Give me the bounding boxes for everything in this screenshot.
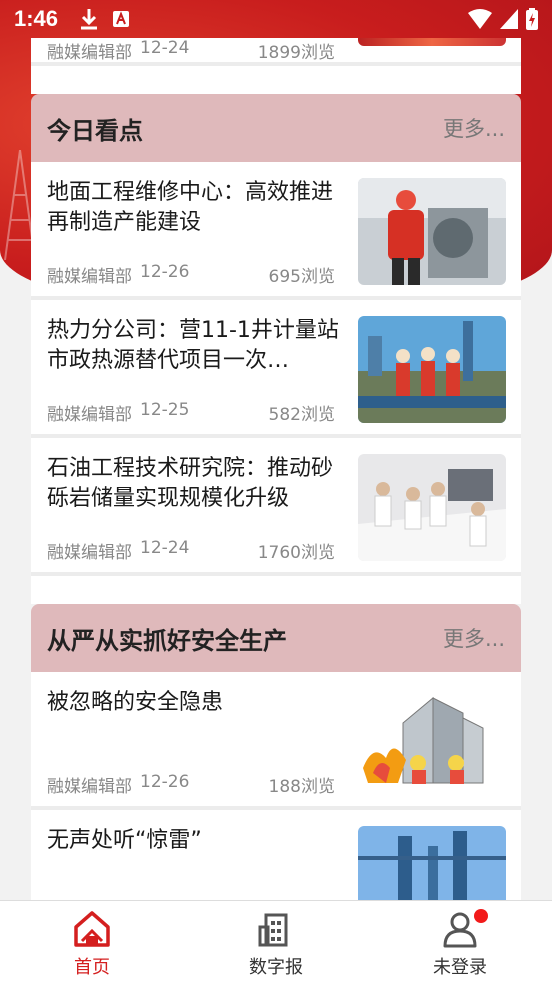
- list-item[interactable]: 石油工程技术研究院：推动砂砾岩储量实现规模化升级 融媒编辑部 12-24 176…: [31, 438, 521, 576]
- article-thumbnail: [358, 316, 506, 423]
- notification-dot: [474, 909, 488, 923]
- app-notification-icon: [113, 11, 130, 27]
- nav-home-label: 首页: [74, 957, 110, 978]
- building-icon: [258, 913, 288, 947]
- article-thumbnail: [358, 454, 506, 561]
- article-title: 无声处听“惊雷”: [47, 828, 202, 853]
- article-thumbnail: [358, 688, 506, 795]
- article-thumbnail: [358, 38, 506, 46]
- article-title: 石油工程技术研究院：推动砂砾岩储量实现规模化升级: [47, 456, 334, 511]
- article-date: 12-24: [140, 38, 190, 58]
- more-link[interactable]: 更多...: [443, 623, 505, 653]
- section-header-today: 今日看点 更多...: [31, 94, 521, 162]
- article-views: 1899浏览: [257, 43, 335, 63]
- download-icon: [81, 9, 98, 30]
- spacer: [31, 576, 521, 604]
- feed[interactable]: 融媒编辑部 12-24 1899浏览 今日看点 更多... 地面工程维修中心：高…: [31, 38, 521, 900]
- status-bar: 1:46: [0, 0, 552, 38]
- more-link[interactable]: 更多...: [443, 113, 505, 143]
- status-time: 1:46: [14, 6, 59, 31]
- article-source: 融媒编辑部: [47, 43, 132, 63]
- article-date: 12-24: [140, 538, 190, 558]
- section-title: 今日看点: [47, 116, 143, 145]
- signal-icon: [500, 9, 518, 29]
- article-views: 695浏览: [268, 267, 335, 287]
- article-source: 融媒编辑部: [47, 405, 132, 425]
- spacer: [31, 66, 521, 94]
- home-icon: [74, 911, 110, 947]
- article-source: 融媒编辑部: [47, 267, 132, 287]
- nav-digital-label: 数字报: [249, 957, 303, 978]
- article-source: 融媒编辑部: [47, 543, 132, 563]
- article-title: 被忽略的安全隐患: [47, 690, 224, 715]
- article-views: 188浏览: [268, 777, 335, 797]
- nav-digital-paper[interactable]: 数字报: [184, 901, 368, 983]
- list-item[interactable]: 热力分公司：营11-1井计量站市政热源替代项目一次… 融媒编辑部 12-25 5…: [31, 300, 521, 438]
- article-thumbnail: [358, 178, 506, 285]
- battery-icon: [526, 8, 538, 30]
- article-date: 12-25: [140, 400, 190, 420]
- nav-profile[interactable]: 未登录: [368, 901, 552, 983]
- article-source: 融媒编辑部: [47, 777, 132, 797]
- article-date: 12-26: [140, 262, 190, 282]
- list-item[interactable]: 被忽略的安全隐患 融媒编辑部 12-26 188浏览: [31, 672, 521, 810]
- article-title: 地面工程维修中心：高效推进再制造产能建设: [47, 180, 334, 235]
- list-item[interactable]: 地面工程维修中心：高效推进再制造产能建设 融媒编辑部 12-26 695浏览: [31, 162, 521, 300]
- list-item[interactable]: 无声处听“惊雷”: [31, 810, 521, 900]
- article-title: 热力分公司：营11-1井计量站市政热源替代项目一次…: [47, 318, 339, 373]
- article-views: 582浏览: [268, 405, 335, 425]
- nav-home[interactable]: 首页: [0, 901, 184, 983]
- article-thumbnail: [358, 826, 506, 900]
- list-item-partial[interactable]: 融媒编辑部 12-24 1899浏览: [31, 38, 521, 63]
- wifi-icon: [468, 9, 492, 29]
- section-header-safety: 从严从实抓好安全生产 更多...: [31, 604, 521, 672]
- bottom-navigation: 首页 数字报 未登录: [0, 900, 552, 983]
- article-views: 1760浏览: [257, 543, 335, 563]
- nav-login-label: 未登录: [433, 957, 487, 978]
- section-title: 从严从实抓好安全生产: [47, 626, 287, 655]
- article-date: 12-26: [140, 772, 190, 792]
